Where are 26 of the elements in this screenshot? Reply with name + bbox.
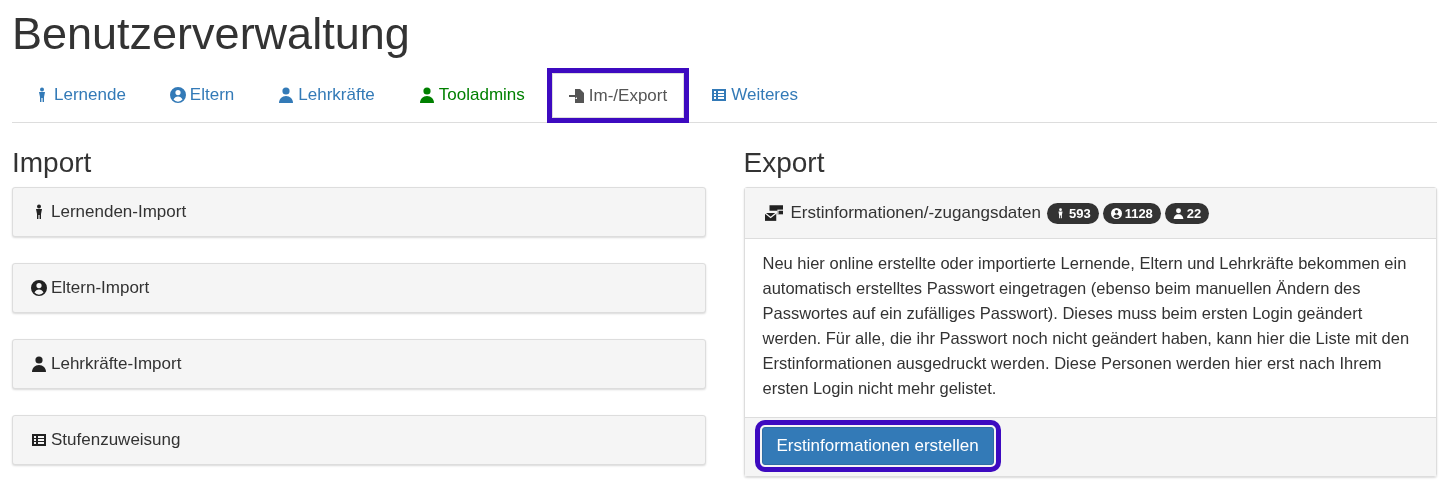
user-icon	[278, 87, 295, 103]
info-paragraph: Neu hier online erstellte oder importierte Lernende, Eltern und Lehrkräfte bekommen ein automatisch erstelltes Passwort eingetragen (ebenso beim manuellen Ändern des Passwortes auf ein zufälliges Passwort). Dieses muss beim ersten Login geändert werden. Für alle, die ihr Passwort noch nicht geändert haben, kann hier die Liste mit den Erstinformationen ausgedruckt werden. Diese Personen werden hier erst nach Ihrem ersten Login nicht mehr gelistet.	[761, 253, 1411, 399]
nav-tab[interactable]: Lehrkräfte	[256, 68, 397, 122]
envelope-stack-icon	[762, 204, 785, 222]
import-panel[interactable]: Lernenden-Import	[12, 187, 706, 237]
nav-tab[interactable]: Tooladmins	[396, 68, 547, 122]
nav-tab[interactable]: Weiteres	[689, 68, 820, 122]
import-panel[interactable]: Lehrkräfte-Import	[12, 339, 706, 389]
nav-tab[interactable]: Im-/Export	[546, 68, 690, 123]
file-import-icon	[568, 87, 585, 104]
page-title: Benutzerverwaltung	[12, 7, 411, 60]
table-icon	[31, 432, 47, 448]
import-panel[interactable]: Eltern-Import	[12, 263, 706, 313]
section-heading: Export	[743, 147, 826, 179]
section-heading: Import	[12, 147, 93, 179]
count-badge: 593	[1046, 202, 1099, 224]
count-badge: 1128	[1102, 202, 1161, 224]
table-icon	[711, 87, 728, 103]
count-badge: 22	[1164, 202, 1210, 224]
user-icon	[418, 87, 435, 103]
import-panel[interactable]: Stufenzuweisung	[12, 415, 706, 465]
user-icon	[1172, 207, 1184, 219]
nav-tab[interactable]: Eltern	[147, 68, 257, 122]
card-title: Erstinformationen/-zugangsdaten	[790, 203, 1041, 223]
user-icon	[31, 356, 47, 372]
nav-tab[interactable]: Lernende	[12, 68, 148, 122]
